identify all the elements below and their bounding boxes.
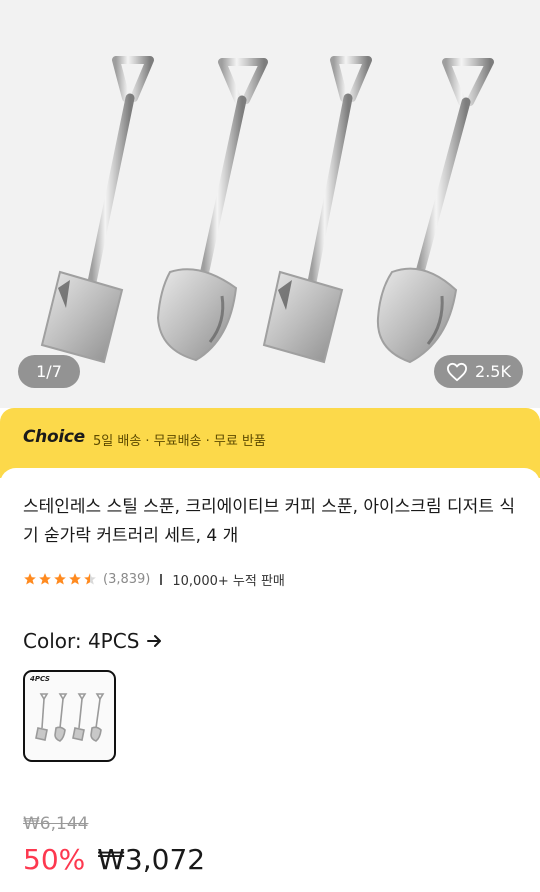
original-price: ₩6,144 <box>23 814 89 834</box>
heart-outline-icon <box>447 362 468 381</box>
color-label-text: Color: 4PCS <box>23 629 140 653</box>
star-icon <box>69 573 81 585</box>
product-image-gallery[interactable]: 1/7 2.5K <box>0 0 540 408</box>
color-selector-label[interactable]: Color: 4PCS <box>23 629 163 653</box>
color-swatch-4pcs[interactable]: 4PCS <box>23 670 116 762</box>
star-rating <box>23 572 97 586</box>
swatch-thumbnail <box>35 693 105 742</box>
likes-count: 2.5K <box>475 362 511 381</box>
spoon-square-2 <box>262 56 372 364</box>
spoon-round-1 <box>156 58 268 362</box>
discount-percent: 50% <box>23 843 86 876</box>
arrow-right-icon <box>147 635 162 647</box>
star-icon <box>39 573 51 585</box>
spoon-square-1 <box>40 56 154 364</box>
choice-logo: Choice <box>23 427 85 447</box>
swatch-label: 4PCS <box>30 675 50 683</box>
image-counter: 1/7 <box>18 355 80 388</box>
star-half-icon <box>84 573 96 585</box>
choice-benefits: 5일 배송 · 무료배송 · 무료 반품 <box>93 434 266 449</box>
star-icon <box>24 573 36 585</box>
product-info-panel: 스테인레스 스틸 스푼, 크리에이티브 커피 스푼, 아이스크림 디저트 식기 … <box>0 468 540 892</box>
price-row: 50% ₩3,072 <box>23 843 205 876</box>
sold-count: 10,000+ 누적 판매 <box>172 573 285 589</box>
divider <box>160 573 163 585</box>
product-title: 스테인레스 스틸 스푼, 크리에이티브 커피 스푼, 아이스크림 디저트 식기 … <box>23 497 515 546</box>
sale-price: ₩3,072 <box>97 843 206 876</box>
product-image <box>40 56 494 364</box>
review-count[interactable]: (3,839) <box>103 572 150 587</box>
rating-row[interactable]: (3,839) 10,000+ 누적 판매 <box>23 569 285 589</box>
wishlist-button[interactable]: 2.5K <box>434 355 523 388</box>
spoon-round-2 <box>376 58 494 364</box>
star-icon <box>54 573 66 585</box>
